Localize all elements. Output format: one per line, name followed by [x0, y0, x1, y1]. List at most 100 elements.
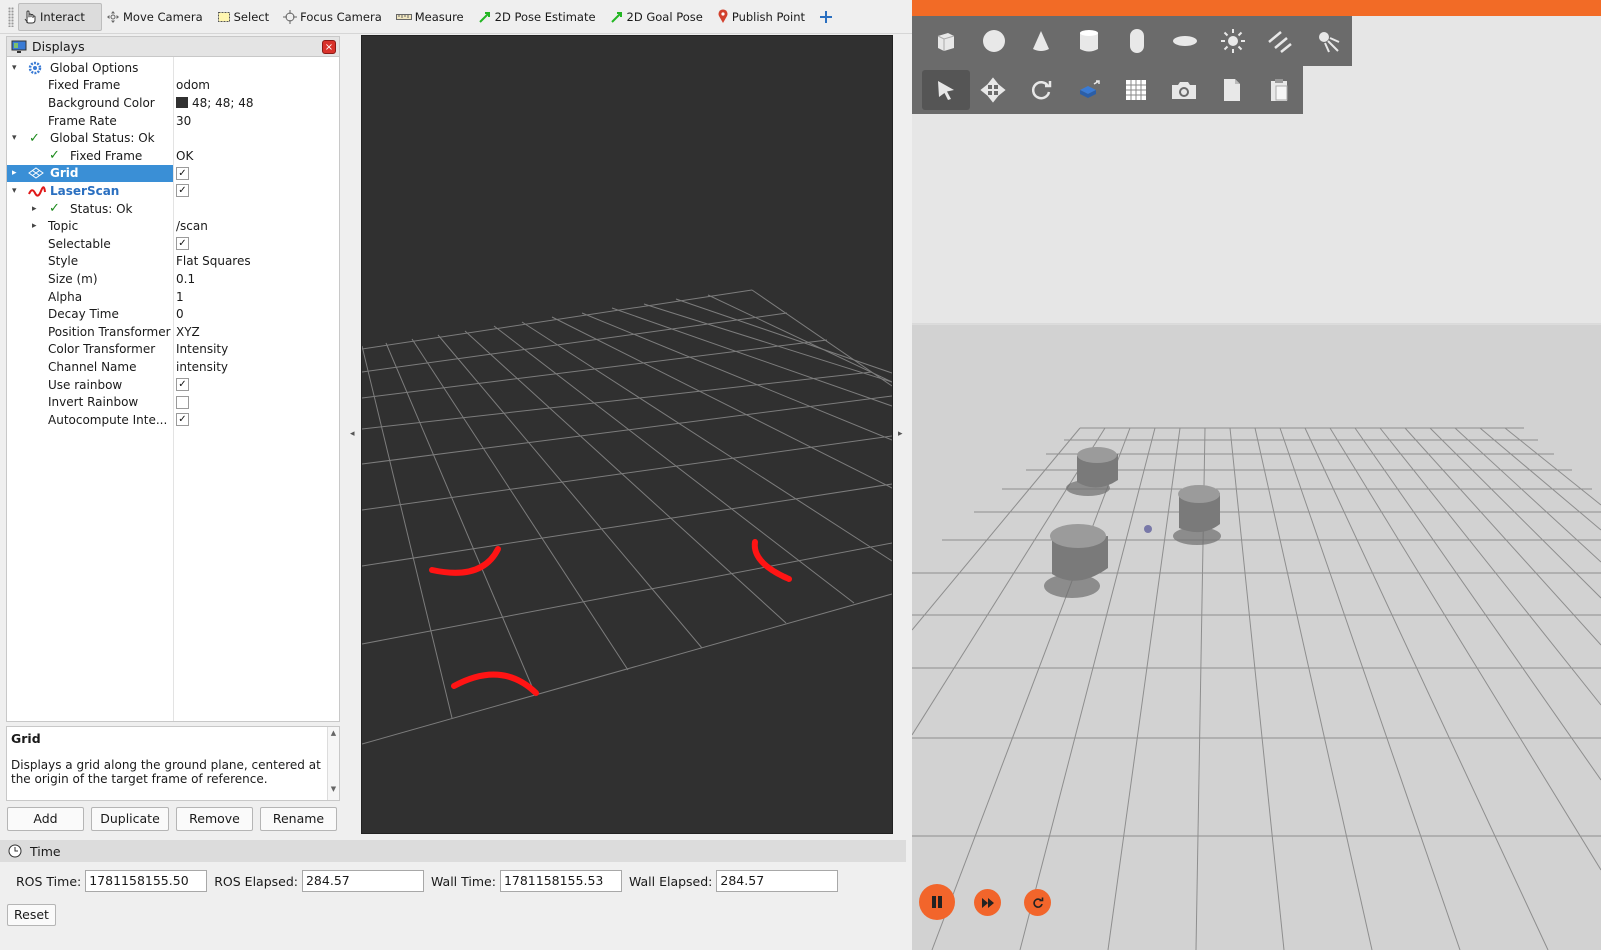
grid-enabled-checkbox[interactable]: ✓	[176, 166, 189, 180]
tree-row-autocompute[interactable]: Autocompute Inte... ✓	[7, 411, 339, 429]
camera-icon[interactable]	[1160, 70, 1208, 110]
wall-elapsed-field[interactable]: 284.57	[716, 870, 839, 892]
collapse-left-arrow-icon[interactable]: ◂	[350, 429, 355, 439]
close-panel-icon[interactable]: ×	[322, 40, 336, 54]
add-tool-button[interactable]	[815, 3, 846, 31]
property-label: Fixed Frame	[48, 78, 121, 93]
cone-icon[interactable]	[1018, 21, 1066, 61]
duplicate-button[interactable]: Duplicate	[91, 807, 169, 831]
gazebo-3d-scene[interactable]	[912, 0, 1601, 950]
clock-icon	[8, 844, 22, 858]
box-icon[interactable]	[922, 21, 970, 61]
property-label: Selectable	[48, 236, 111, 251]
scale-icon[interactable]	[1065, 70, 1113, 110]
tree-row-fixed-frame[interactable]: Fixed Frame odom	[7, 77, 339, 95]
cylinder-icon[interactable]	[1065, 21, 1113, 61]
tree-row-fixed-frame-status[interactable]: ✓ Fixed Frame OK	[7, 147, 339, 165]
directional-light-icon[interactable]	[1256, 21, 1304, 61]
tree-row-grid[interactable]: ▸ Grid	[7, 164, 173, 183]
description-panel: Grid Displays a grid along the ground pl…	[6, 726, 340, 801]
grid-enabled-cell: ✓	[173, 165, 339, 183]
tree-row-style[interactable]: Style Flat Squares	[7, 253, 339, 271]
select-arrow-icon[interactable]	[922, 70, 970, 110]
translate-icon[interactable]	[970, 70, 1018, 110]
tree-row-background-color[interactable]: Background Color 48; 48; 48	[7, 94, 339, 112]
sphere-icon[interactable]	[970, 21, 1018, 61]
tree-row-global-options[interactable]: ▾ Global Options	[7, 59, 339, 77]
paste-icon[interactable]	[1255, 70, 1303, 110]
focus-camera-tool-button[interactable]: Focus Camera	[279, 3, 392, 31]
gazebo-window	[912, 0, 1601, 950]
status-label: Global Status: Ok	[50, 131, 155, 146]
tree-row-global-status[interactable]: ▾ ✓ Global Status: Ok	[7, 129, 339, 147]
tree-row-alpha[interactable]: Alpha 1	[7, 288, 339, 306]
pause-button[interactable]	[919, 884, 955, 920]
tree-row-frame-rate[interactable]: Frame Rate 30	[7, 112, 339, 130]
property-value[interactable]: odom	[176, 78, 210, 92]
copy-icon[interactable]	[1208, 70, 1256, 110]
ros-time-field[interactable]: 1781158155.50	[85, 870, 208, 892]
ros-elapsed-field[interactable]: 284.57	[301, 870, 424, 892]
grid-view	[361, 289, 893, 745]
select-tool-button[interactable]: Select	[213, 3, 279, 31]
property-value[interactable]: Flat Squares	[176, 254, 251, 268]
toolbar-grip[interactable]	[8, 6, 14, 27]
rviz-window: Interact Move Camera Select Focus Camera…	[0, 0, 912, 950]
measure-tool-button[interactable]: Measure	[392, 3, 474, 31]
selectable-checkbox[interactable]: ✓	[176, 237, 189, 251]
tree-row-invert-rainbow[interactable]: Invert Rainbow	[7, 393, 339, 411]
tree-row-laserscan[interactable]: ▾ LaserScan ✓	[7, 182, 339, 200]
move-camera-tool-button[interactable]: Move Camera	[102, 3, 213, 31]
tree-row-selectable[interactable]: Selectable ✓	[7, 235, 339, 253]
2d-goal-pose-tool-button[interactable]: 2D Goal Pose	[606, 3, 713, 31]
ellipsoid-icon[interactable]	[1161, 21, 1209, 61]
ros-time-label: ROS Time:	[16, 873, 82, 889]
description-scrollbar[interactable]: ▲ ▼	[327, 727, 339, 800]
tree-row-channel-name[interactable]: Channel Name intensity	[7, 358, 339, 376]
invert-rainbow-checkbox[interactable]	[176, 395, 189, 409]
time-title: Time	[30, 843, 61, 859]
laserscan-enabled-checkbox[interactable]: ✓	[176, 184, 189, 198]
rotate-icon[interactable]	[1017, 70, 1065, 110]
autocompute-checkbox[interactable]: ✓	[176, 413, 189, 427]
capsule-icon[interactable]	[1113, 21, 1161, 61]
2d-pose-estimate-tool-button[interactable]: 2D Pose Estimate	[474, 3, 606, 31]
focus-crosshair-icon	[283, 9, 298, 24]
interact-tool-label: Interact	[40, 9, 85, 24]
add-button[interactable]: Add	[7, 807, 84, 831]
publish-point-tool-button[interactable]: Publish Point	[713, 3, 815, 31]
tree-row-laserscan-status[interactable]: ▸ ✓ Status: Ok	[7, 200, 339, 218]
property-value[interactable]: Intensity	[176, 342, 228, 356]
collapse-right-arrow-icon[interactable]: ▸	[898, 429, 903, 439]
spot-light-icon[interactable]	[1304, 21, 1352, 61]
interact-tool-button[interactable]: Interact	[18, 2, 102, 31]
status-value: OK	[176, 148, 194, 163]
tree-row-topic[interactable]: ▸ Topic /scan	[7, 217, 339, 235]
gazebo-title-bar	[912, 0, 1601, 16]
tree-row-position-transformer[interactable]: Position Transformer XYZ	[7, 323, 339, 341]
property-value[interactable]: 30	[176, 114, 191, 128]
reset-button[interactable]: Reset	[7, 904, 56, 926]
rename-button[interactable]: Rename	[260, 807, 337, 831]
wall-time-field[interactable]: 1781158155.53	[499, 870, 622, 892]
property-value[interactable]: /scan	[176, 219, 208, 233]
tree-row-size[interactable]: Size (m) 0.1	[7, 270, 339, 288]
property-value[interactable]: 0.1	[176, 272, 195, 286]
sun-light-icon[interactable]	[1209, 21, 1257, 61]
property-value[interactable]: 0	[176, 307, 184, 321]
reset-world-button[interactable]	[1024, 889, 1051, 916]
property-value[interactable]: 1	[176, 290, 184, 304]
displays-header: Displays ×	[7, 37, 339, 57]
use-rainbow-checkbox[interactable]: ✓	[176, 378, 189, 392]
property-value[interactable]: intensity	[176, 360, 228, 374]
property-value[interactable]: XYZ	[176, 325, 200, 339]
tree-row-color-transformer[interactable]: Color Transformer Intensity	[7, 341, 339, 359]
property-label: Style	[48, 254, 79, 269]
color-value[interactable]: 48; 48; 48	[176, 96, 254, 110]
step-forward-button[interactable]	[974, 889, 1001, 916]
tree-row-decay-time[interactable]: Decay Time 0	[7, 305, 339, 323]
rviz-3d-viewport[interactable]	[361, 35, 893, 834]
grid-snap-icon[interactable]	[1113, 70, 1161, 110]
remove-button[interactable]: Remove	[176, 807, 253, 831]
tree-row-use-rainbow[interactable]: Use rainbow ✓	[7, 376, 339, 394]
